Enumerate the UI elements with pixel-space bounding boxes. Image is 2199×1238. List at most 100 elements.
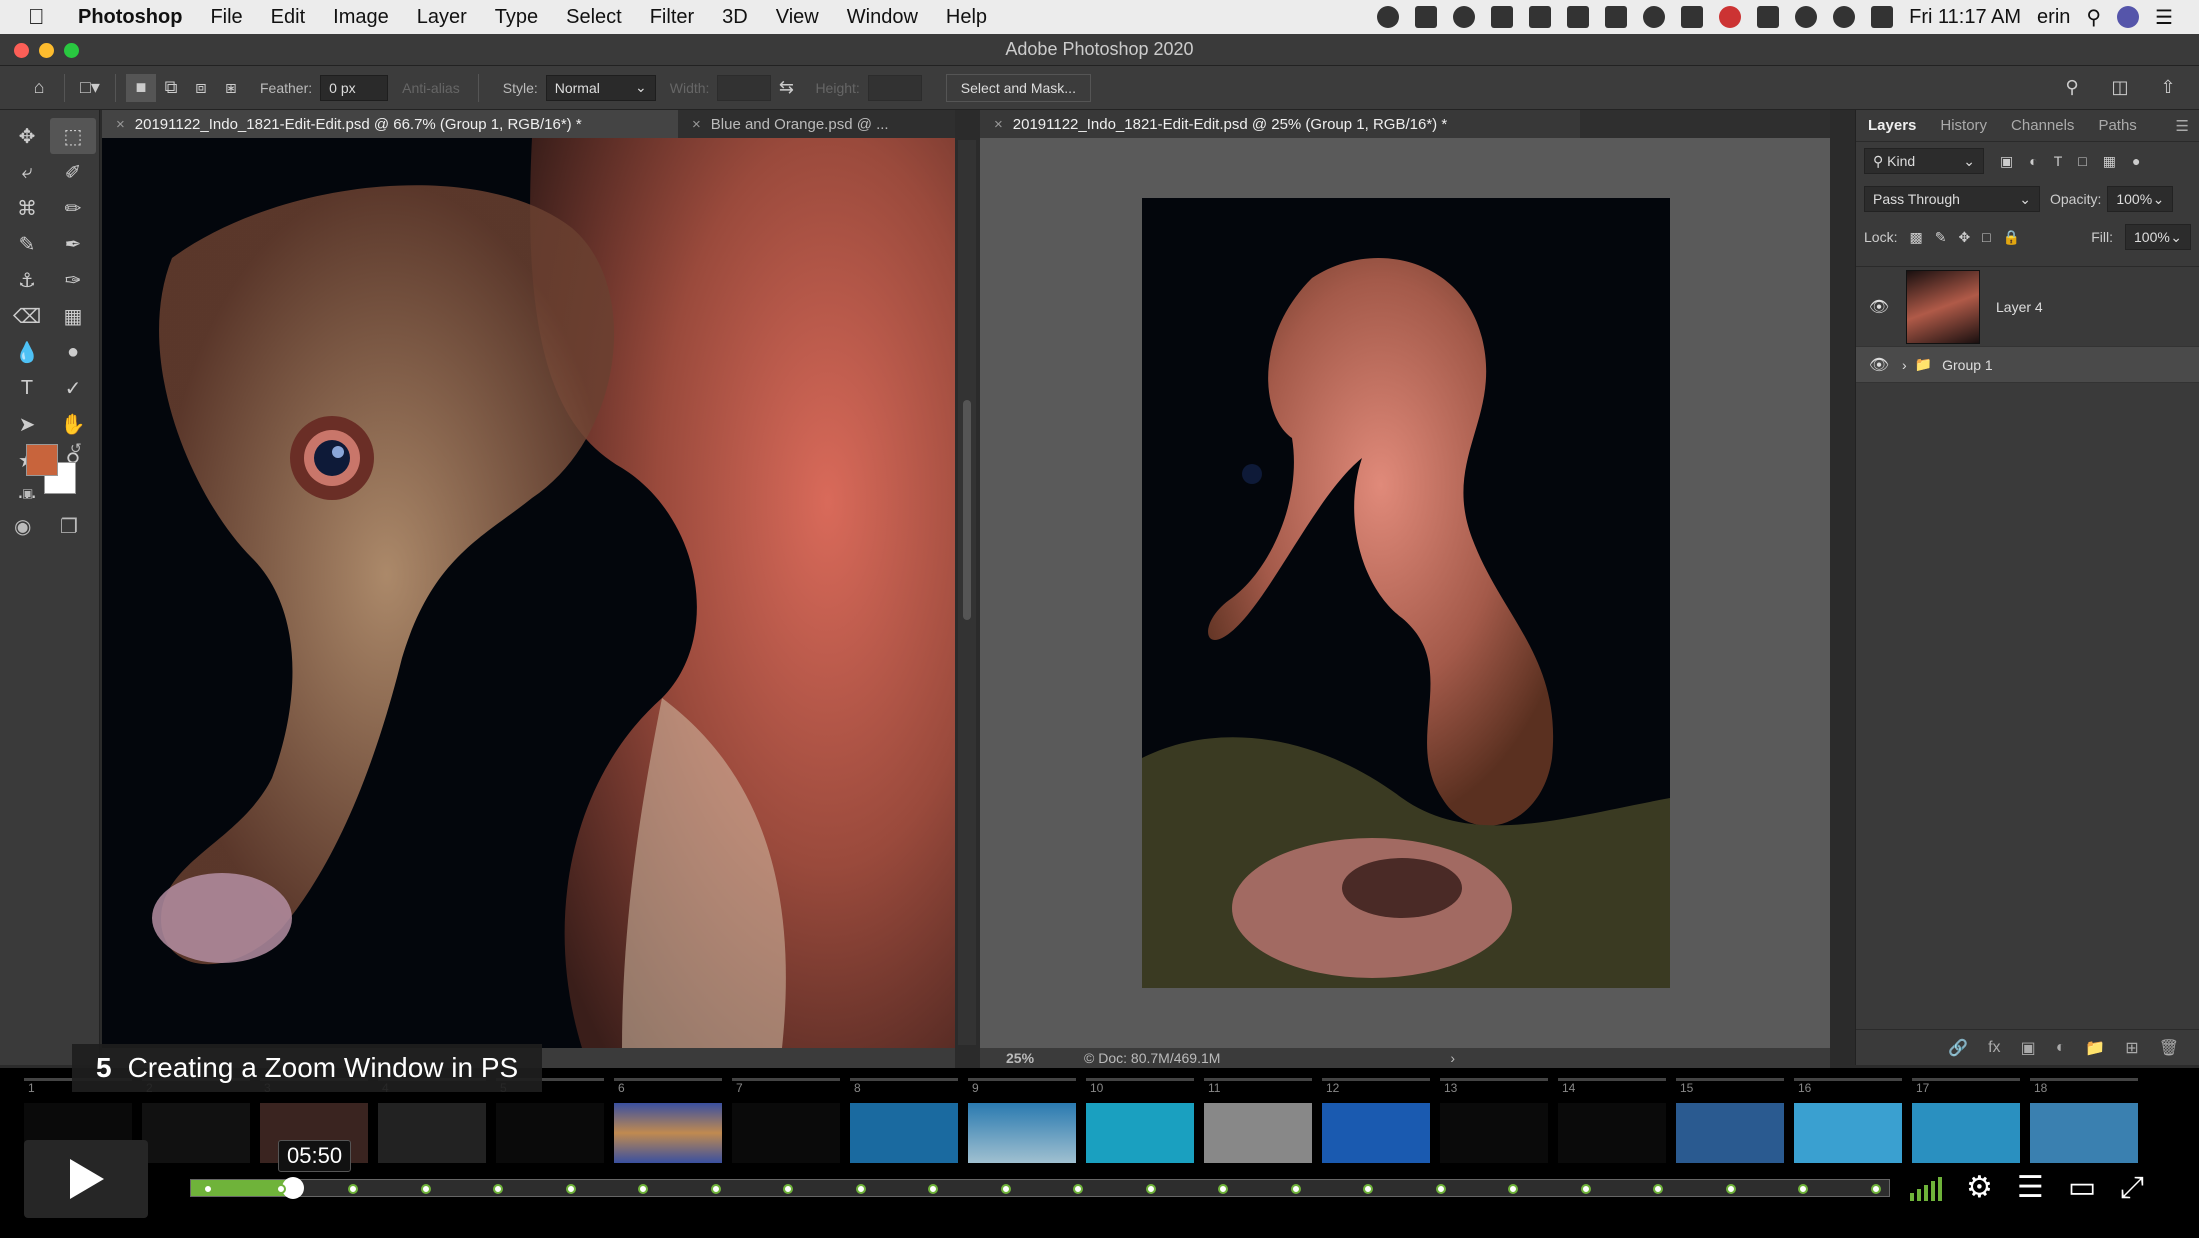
tab-channels[interactable]: Channels [1999, 117, 2086, 134]
kind-filter-select[interactable]: ⚲ Kind ⌄ [1864, 148, 1984, 174]
new-layer-icon[interactable]: ⊞ [2125, 1038, 2138, 1058]
clone-stamp-tool-icon[interactable]: ⚓ [4, 262, 50, 298]
chapter-marker[interactable] [1508, 1184, 1519, 1194]
chapter-marker[interactable] [1000, 1184, 1011, 1194]
tab-blue-orange[interactable]: × Blue and Orange.psd @ ... [678, 110, 955, 138]
link-layers-icon[interactable]: 🔗 [1948, 1038, 1968, 1058]
play-button[interactable] [24, 1140, 148, 1218]
close-tab-icon[interactable]: × [116, 116, 125, 133]
layer-name[interactable]: Layer 4 [1996, 299, 2043, 315]
zoom-level[interactable]: 25% [1006, 1050, 1034, 1066]
chapter-marker[interactable] [203, 1184, 213, 1194]
chapter-marker[interactable] [1871, 1184, 1881, 1194]
zoom-window-icon[interactable] [64, 43, 79, 58]
home-icon[interactable]: ⌂ [24, 74, 54, 102]
fx-icon[interactable]: fx [1988, 1039, 2000, 1057]
close-window-icon[interactable] [14, 43, 29, 58]
chapter-thumb[interactable]: 8 [850, 1078, 958, 1168]
fullscreen-icon[interactable]: ⤢ [2120, 1171, 2144, 1205]
siri-icon[interactable] [2117, 6, 2140, 28]
chapter-marker[interactable] [928, 1184, 939, 1194]
chapter-thumb[interactable]: 13 [1440, 1078, 1548, 1168]
tab-history[interactable]: History [1928, 117, 1999, 134]
style-select[interactable]: Normal ⌄ [545, 74, 656, 101]
backup-icon[interactable] [1605, 6, 1628, 28]
chapter-marker[interactable] [348, 1184, 359, 1194]
menu-help[interactable]: Help [946, 6, 987, 29]
chapter-thumb[interactable]: 14 [1558, 1078, 1666, 1168]
chapter-marker[interactable] [783, 1184, 794, 1194]
default-colors-icon[interactable]: ▣ [22, 486, 33, 500]
add-mask-icon[interactable]: ▣ [2021, 1038, 2036, 1058]
adjustment-filter-icon[interactable]: ◐ [2029, 153, 2037, 169]
width-input[interactable] [717, 74, 772, 101]
antialias-checkbox[interactable]: Anti-alias [402, 80, 460, 96]
info-icon[interactable] [1643, 6, 1666, 28]
add-selection-icon[interactable]: ⧉ [156, 74, 186, 102]
delete-layer-icon[interactable]: 🗑 [2159, 1038, 2179, 1058]
chapter-marker[interactable] [565, 1184, 576, 1194]
lock-artboard-icon[interactable]: □ [1982, 229, 1990, 245]
progress-bar[interactable] [190, 1177, 1890, 1199]
menu-edit[interactable]: Edit [271, 6, 305, 29]
tab-indo-66[interactable]: × 20191122_Indo_1821-Edit-Edit.psd @ 66.7… [102, 110, 678, 138]
record-icon[interactable] [1719, 6, 1742, 28]
intersect-selection-icon[interactable]: ⧆ [216, 74, 246, 102]
panel-menu-icon[interactable]: ☰ [2176, 117, 2189, 135]
chapter-thumb[interactable]: 7 [732, 1078, 840, 1168]
arrow-app-icon[interactable] [1681, 6, 1704, 28]
doc-size[interactable]: © Doc: 80.7M/469.1M [1084, 1050, 1220, 1066]
chapter-thumb[interactable]: 11 [1204, 1078, 1312, 1168]
crop-tool-icon[interactable]: ⌘ [4, 190, 50, 226]
menu-select[interactable]: Select [566, 6, 622, 29]
chapter-thumb[interactable]: 9 [968, 1078, 1076, 1168]
dropbox-icon[interactable] [1567, 6, 1590, 28]
chapter-marker[interactable] [1725, 1184, 1736, 1194]
menu-type[interactable]: Type [495, 6, 538, 29]
blend-mode-select[interactable]: Pass Through ⌄ [1864, 186, 2040, 212]
volume-icon[interactable] [1910, 1175, 1942, 1201]
notification-center-icon[interactable]: ☰ [2155, 5, 2173, 30]
visibility-eye-icon[interactable]: 👁 [1864, 355, 1894, 375]
blur-tool-icon[interactable]: 💧 [4, 334, 50, 370]
shape-filter-icon[interactable]: □ [2078, 153, 2086, 169]
clock[interactable]: Fri 11:17 AM [1909, 6, 2021, 29]
chapter-marker[interactable] [710, 1184, 721, 1194]
close-tab-icon[interactable]: × [994, 116, 1003, 133]
apple-icon[interactable]:  [28, 4, 56, 30]
screen-mode-icon[interactable]: ❐ [60, 514, 78, 539]
type-filter-icon[interactable]: T [2054, 153, 2063, 169]
chapter-marker[interactable] [1218, 1184, 1229, 1194]
path-select-tool-icon[interactable]: ➤ [4, 406, 50, 442]
airplay-icon[interactable]: ▭ [2068, 1170, 2096, 1205]
lasso-tool-icon[interactable]: ⤶ [4, 154, 50, 190]
menu-3d[interactable]: 3D [722, 6, 748, 29]
gmail-icon[interactable] [1491, 6, 1514, 28]
menu-filter[interactable]: Filter [650, 6, 694, 29]
scroll-thumb[interactable] [963, 400, 971, 620]
fill-input[interactable]: 100% ⌄ [2125, 224, 2191, 250]
eraser-tool-icon[interactable]: ⌫ [4, 298, 50, 334]
type-tool-icon[interactable]: T [4, 370, 50, 406]
lock-pixels-icon[interactable]: ✎ [1935, 229, 1947, 246]
swap-colors-icon[interactable]: ↺ [70, 440, 82, 457]
marquee-preset-icon[interactable]: □▾ [75, 74, 105, 102]
subtract-selection-icon[interactable]: ⧈ [186, 74, 216, 102]
left-canvas[interactable] [102, 138, 955, 1048]
chapters-list-icon[interactable]: ☰ [2017, 1170, 2044, 1205]
brush-tool-icon[interactable]: ✒ [50, 226, 96, 262]
opacity-input[interactable]: 100% ⌄ [2107, 186, 2174, 212]
pen-tool-icon[interactable]: ✓ [50, 370, 96, 406]
left-vertical-scrollbar[interactable] [958, 140, 976, 1045]
chapter-marker[interactable] [1653, 1184, 1664, 1194]
volume-icon[interactable] [1871, 6, 1894, 28]
menu-file[interactable]: File [210, 6, 242, 29]
chapter-marker[interactable] [493, 1184, 504, 1194]
eyedropper-tool-icon[interactable]: ✏ [50, 190, 96, 226]
tab-layers[interactable]: Layers [1856, 117, 1928, 134]
history-brush-tool-icon[interactable]: ✑ [50, 262, 96, 298]
layer-row[interactable]: 👁 Layer 4 [1856, 267, 2199, 347]
chapter-thumb[interactable]: 12 [1322, 1078, 1430, 1168]
lock-transparency-icon[interactable]: ▩ [1909, 229, 1922, 246]
swap-dimensions-icon[interactable]: ⇆ [771, 74, 801, 102]
